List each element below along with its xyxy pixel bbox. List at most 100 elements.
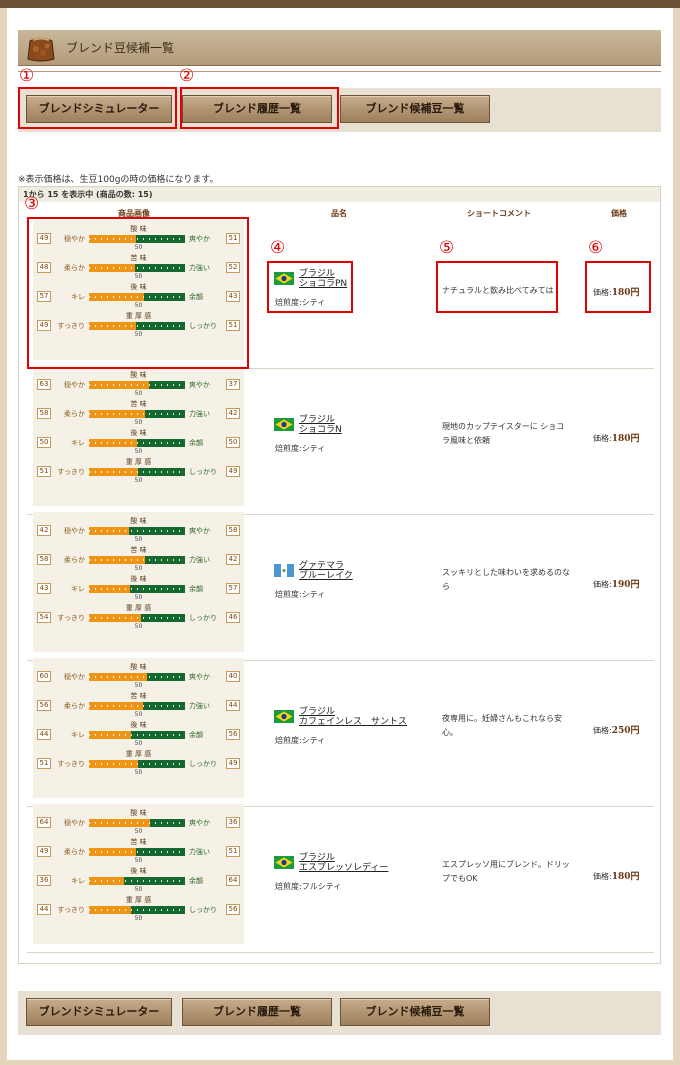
- bar-ticks: [89, 763, 185, 765]
- row-divider: [27, 952, 654, 953]
- column-header-price: 価格: [611, 209, 627, 218]
- price-prefix: 価格:: [593, 726, 612, 735]
- flavor-bar: [89, 468, 185, 476]
- product-name-line2: ブルーレイク: [299, 571, 353, 581]
- axis-title: 後 味: [130, 429, 147, 437]
- flavor-bar: [89, 410, 185, 418]
- scale-mid-label: 50: [134, 769, 143, 776]
- flavor-bar: [89, 819, 185, 827]
- left-label: 穏やか: [64, 673, 85, 681]
- left-label: キレ: [71, 731, 85, 739]
- blend-history-button-bottom[interactable]: ブレンド履歴一覧: [182, 998, 332, 1026]
- marker-3: ③: [24, 194, 40, 214]
- right-value: 58: [226, 525, 240, 536]
- scale-mid-label: 50: [134, 828, 143, 835]
- left-label: 穏やか: [64, 381, 85, 389]
- marker-5: ⑤: [439, 238, 455, 258]
- short-comment: エスプレッソ用にブレンド。ドリップでもOK: [442, 860, 570, 883]
- bar-ticks: [89, 705, 185, 707]
- column-header-name: 品名: [331, 209, 347, 218]
- bar-ticks: [89, 734, 185, 736]
- scale-mid-label: 50: [134, 565, 143, 572]
- product-name-link[interactable]: ブラジル ショコラN: [299, 415, 342, 435]
- product-name-line1: ブラジル: [299, 415, 335, 425]
- right-value: 46: [226, 612, 240, 623]
- left-label: 柔らか: [64, 848, 85, 856]
- left-label: 穏やか: [64, 819, 85, 827]
- product-name-link[interactable]: ブラジル カフェインレス サントス: [299, 707, 407, 727]
- bar-ticks: [89, 559, 185, 561]
- scale-mid-label: 50: [134, 536, 143, 543]
- left-label: すっきり: [57, 468, 85, 476]
- right-value: 56: [226, 729, 240, 740]
- scale-mid-label: 50: [134, 915, 143, 922]
- roast-level: 焙煎度:フルシティ: [275, 882, 342, 891]
- axis-title: 重 厚 感: [125, 604, 152, 612]
- left-label: 柔らか: [64, 410, 85, 418]
- bar-ticks: [89, 676, 185, 678]
- axis-title: 重 厚 感: [125, 750, 152, 758]
- price-prefix: 価格:: [593, 872, 612, 881]
- right-value: 50: [226, 437, 240, 448]
- right-value: 64: [226, 875, 240, 886]
- flavor-chart: 酸 味 60 穏やか 爽やか 40 50 苦 味 56 柔らか 力強い 44 50 後 味 44 キレ 余韻 5…: [33, 658, 244, 798]
- product-name-line1: ブラジル: [299, 707, 335, 717]
- right-value: 49: [226, 466, 240, 477]
- flavor-bar: [89, 585, 185, 593]
- axis-title: 苦 味: [130, 400, 147, 408]
- bar-ticks: [89, 384, 185, 386]
- right-value: 44: [226, 700, 240, 711]
- blend-candidates-button[interactable]: ブレンド候補豆一覧: [340, 95, 490, 123]
- flavor-bar: [89, 906, 185, 914]
- price-value: 180円: [611, 872, 640, 882]
- axis-title: 酸 味: [130, 371, 147, 379]
- product-name-link[interactable]: ブラジル エスプレッソレディー: [299, 853, 388, 873]
- scale-mid-label: 50: [134, 390, 143, 397]
- product-name-line1: グァテマラ: [299, 561, 345, 571]
- marker-1: ①: [19, 66, 35, 86]
- scale-mid-label: 50: [134, 477, 143, 484]
- bar-ticks: [89, 442, 185, 444]
- axis-title: 後 味: [130, 867, 147, 875]
- right-value: 42: [226, 554, 240, 565]
- price-prefix: 価格:: [593, 434, 612, 443]
- scale-mid-label: 50: [134, 857, 143, 864]
- highlight-box-3: [27, 217, 249, 369]
- brazil-flag-icon: [274, 854, 294, 869]
- price-prefix: 価格:: [593, 580, 612, 589]
- short-comment: スッキリとした味わいを求めるのなら: [442, 568, 570, 591]
- bar-ticks: [89, 851, 185, 853]
- price-value: 250円: [611, 726, 640, 736]
- axis-title: 後 味: [130, 721, 147, 729]
- bar-ticks: [89, 822, 185, 824]
- price-value: 190円: [611, 580, 640, 590]
- highlight-box-1: [18, 87, 177, 129]
- product-name-line1: ブラジル: [299, 853, 335, 863]
- flavor-bar: [89, 614, 185, 622]
- flavor-chart: 酸 味 64 穏やか 爽やか 36 50 苦 味 49 柔らか 力強い 51 50 後 味 36 キレ 余韻 6…: [33, 804, 244, 944]
- product-name-link[interactable]: グァテマラ ブルーレイク: [299, 561, 353, 581]
- blend-simulator-button-bottom[interactable]: ブレンドシミュレーター: [26, 998, 172, 1026]
- coffee-bag-icon: [27, 37, 55, 62]
- flavor-bar: [89, 556, 185, 564]
- marker-4: ④: [270, 238, 286, 258]
- scale-mid-label: 50: [134, 886, 143, 893]
- marker-6: ⑥: [588, 238, 604, 258]
- scale-mid-label: 50: [134, 594, 143, 601]
- axis-title: 重 厚 感: [125, 896, 152, 904]
- price: 価格:180円: [593, 869, 640, 882]
- highlight-box-2: [180, 87, 339, 129]
- scale-mid-label: 50: [134, 623, 143, 630]
- bar-ticks: [89, 909, 185, 911]
- price: 価格:190円: [593, 577, 640, 590]
- axis-title: 酸 味: [130, 663, 147, 671]
- scale-mid-label: 50: [134, 711, 143, 718]
- axis-title: 苦 味: [130, 546, 147, 554]
- price: 価格:180円: [593, 431, 640, 444]
- result-count: 1から 15 を表示中 (商品の数: 15): [19, 187, 660, 202]
- left-label: キレ: [71, 877, 85, 885]
- bottom-button-bar: ブレンドシミュレーター ブレンド履歴一覧 ブレンド候補豆一覧: [18, 991, 661, 1035]
- blend-candidates-button-bottom[interactable]: ブレンド候補豆一覧: [340, 998, 490, 1026]
- highlight-box-4: [267, 261, 353, 313]
- axis-title: 酸 味: [130, 809, 147, 817]
